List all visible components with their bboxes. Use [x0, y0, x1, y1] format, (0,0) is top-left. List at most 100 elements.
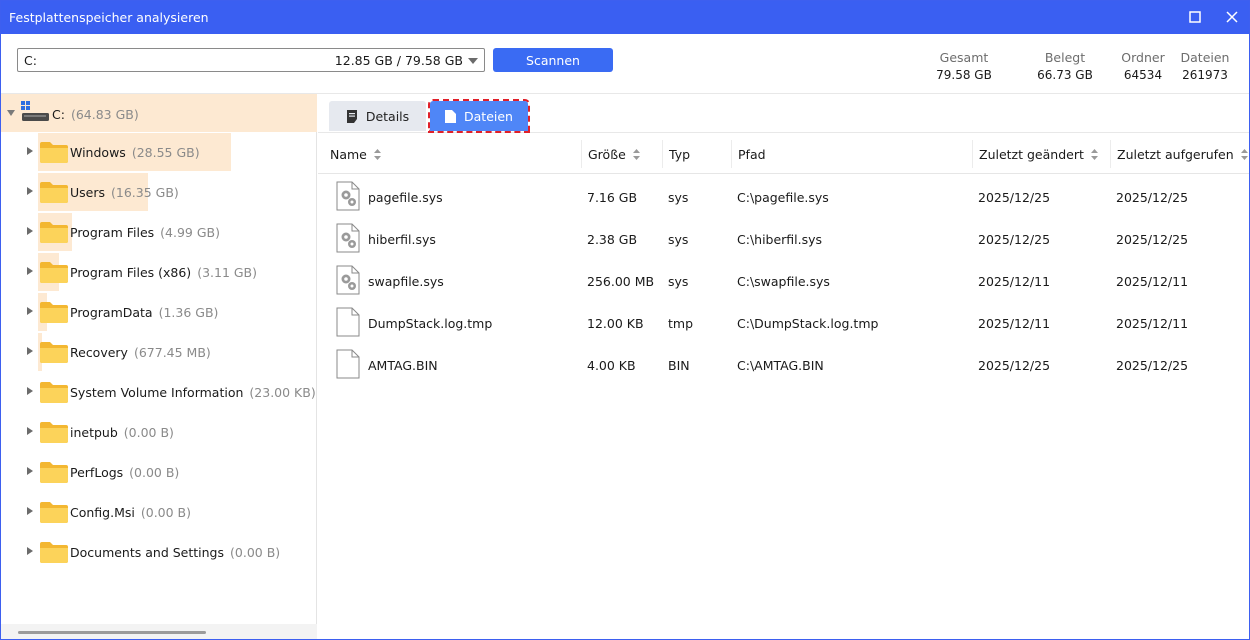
tree-item-label: Config.Msi (0.00 B)	[70, 505, 191, 520]
column-header-type[interactable]: Typ	[663, 140, 732, 168]
stat-files: Dateien 261973	[1177, 50, 1233, 82]
scan-button[interactable]: Scannen	[493, 48, 613, 72]
expander-icon[interactable]	[27, 467, 33, 475]
tree-root-size: (64.83 GB)	[70, 107, 139, 122]
table-row[interactable]: DumpStack.log.tmp 12.00 KB tmp C:\DumpStack…	[318, 301, 1249, 343]
tree-root-drive[interactable]: C: (64.83 GB)	[1, 94, 317, 132]
tab-files[interactable]: Dateien	[428, 99, 530, 133]
tree-item[interactable]: Documents and Settings (0.00 B)	[1, 532, 317, 570]
drive-letter: C:	[24, 53, 37, 68]
cell-accessed: 2025/12/11	[1116, 274, 1189, 289]
tree-item[interactable]: Windows (28.55 GB)	[1, 132, 317, 171]
horizontal-scrollbar[interactable]	[1, 624, 317, 639]
cell-accessed: 2025/12/25	[1116, 190, 1189, 205]
expander-icon[interactable]	[27, 147, 33, 155]
cell-modified: 2025/12/25	[978, 232, 1051, 247]
tree-item-size: (0.00 B)	[230, 545, 281, 560]
expander-icon[interactable]	[27, 187, 33, 195]
tree-item-size: (3.11 GB)	[197, 265, 258, 280]
column-modified-label: Zuletzt geändert	[979, 146, 1084, 162]
expander-open-icon[interactable]	[7, 110, 15, 116]
tree-item-label: Recovery (677.45 MB)	[70, 345, 211, 360]
folder-icon	[40, 502, 68, 523]
cell-type: tmp	[668, 316, 694, 331]
tree-item[interactable]: System Volume Information (23.00 KB)	[1, 372, 317, 410]
tree-item-name: Recovery	[70, 345, 128, 360]
expander-icon[interactable]	[27, 307, 33, 315]
folder-icon	[40, 422, 68, 443]
folder-icon	[40, 262, 68, 283]
tree-item[interactable]: Program Files (x86) (3.11 GB)	[1, 252, 317, 291]
folder-icon	[40, 342, 68, 363]
cell-type: sys	[668, 190, 689, 205]
tab-details-label: Details	[365, 108, 410, 124]
cell-accessed: 2025/12/25	[1116, 232, 1189, 247]
drive-select[interactable]: C: 12.85 GB / 79.58 GB	[17, 48, 485, 72]
expander-icon[interactable]	[27, 547, 33, 555]
close-button[interactable]	[1221, 6, 1243, 28]
sort-icon	[1240, 148, 1248, 160]
stat-files-value: 261973	[1182, 68, 1228, 82]
tree-item[interactable]: Users (16.35 GB)	[1, 172, 317, 211]
tree-item[interactable]: inetpub (0.00 B)	[1, 412, 317, 450]
header-divider	[318, 173, 1249, 174]
column-header-path[interactable]: Pfad	[732, 140, 973, 168]
tab-details[interactable]: Details	[329, 101, 426, 131]
stat-used: Belegt 66.73 GB	[1031, 50, 1099, 82]
column-type-label: Typ	[669, 146, 691, 162]
close-icon	[1226, 11, 1238, 23]
expander-icon[interactable]	[27, 387, 33, 395]
expander-icon[interactable]	[27, 427, 33, 435]
stat-folders-value: 64534	[1123, 68, 1163, 82]
table-row[interactable]: hiberfil.sys 2.38 GB sys C:\hiberfil.sys 202…	[318, 217, 1249, 259]
tab-files-label: Dateien	[464, 108, 513, 124]
tree-item[interactable]: Recovery (677.45 MB)	[1, 332, 317, 371]
expander-icon[interactable]	[27, 227, 33, 235]
stat-total-value: 79.58 GB	[936, 68, 992, 82]
cell-size: 7.16 GB	[587, 190, 638, 205]
table-row[interactable]: AMTAG.BIN 4.00 KB BIN C:\AMTAG.BIN 2025/12/2…	[318, 343, 1249, 385]
blank-file-icon	[336, 349, 360, 379]
cell-path: C:\AMTAG.BIN	[737, 358, 824, 373]
tree-item-size: (28.55 GB)	[131, 145, 200, 160]
cell-modified: 2025/12/11	[978, 316, 1051, 331]
column-header-modified[interactable]: Zuletzt geändert	[973, 140, 1111, 168]
table-row[interactable]: swapfile.sys 256.00 MB sys C:\swapfile.sys 2…	[318, 259, 1249, 301]
tree-item-name: Windows	[70, 145, 126, 160]
folder-icon	[40, 142, 68, 163]
folder-tree: C: (64.83 GB) Windows (28.55 GB) Users (16.3…	[1, 94, 317, 639]
tree-item-size: (1.36 GB)	[158, 305, 219, 320]
cell-name: DumpStack.log.tmp	[368, 316, 493, 331]
column-header-accessed[interactable]: Zuletzt aufgerufen	[1111, 140, 1249, 168]
stat-total-label: Gesamt	[939, 50, 989, 65]
cell-size: 4.00 KB	[587, 358, 636, 373]
maximize-button[interactable]	[1184, 6, 1206, 28]
column-header-size[interactable]: Größe	[582, 140, 663, 168]
cell-size: 2.38 GB	[587, 232, 638, 247]
tree-item[interactable]: Program Files (4.99 GB)	[1, 212, 317, 251]
tree-item-size: (0.00 B)	[123, 425, 174, 440]
expander-icon[interactable]	[27, 507, 33, 515]
expander-icon[interactable]	[27, 347, 33, 355]
tree-item[interactable]: ProgramData (1.36 GB)	[1, 292, 317, 331]
folder-icon	[40, 462, 68, 483]
cell-name: AMTAG.BIN	[368, 358, 438, 373]
view-tabs: Details Dateien	[318, 94, 1249, 133]
stat-total: Gesamt 79.58 GB	[931, 50, 997, 82]
scrollbar-thumb[interactable]	[18, 631, 206, 634]
tree-item[interactable]: PerfLogs (0.00 B)	[1, 452, 317, 490]
cell-modified: 2025/12/25	[978, 358, 1051, 373]
tree-item[interactable]: Config.Msi (0.00 B)	[1, 492, 317, 530]
tree-item-label: ProgramData (1.36 GB)	[70, 305, 218, 320]
app-window: Festplattenspeicher analysieren C: 12.85…	[0, 0, 1250, 640]
table-row[interactable]: pagefile.sys 7.16 GB sys C:\pagefile.sys 202…	[318, 175, 1249, 217]
column-header-name[interactable]: Name	[324, 140, 582, 168]
tree-item-label: PerfLogs (0.00 B)	[70, 465, 179, 480]
stat-used-label: Belegt	[1044, 50, 1086, 65]
tree-item-label: Users (16.35 GB)	[70, 185, 179, 200]
stat-used-value: 66.73 GB	[1037, 68, 1093, 82]
tree-item-name: ProgramData	[70, 305, 153, 320]
title-bar: Festplattenspeicher analysieren	[1, 1, 1249, 34]
chevron-down-icon[interactable]	[468, 58, 478, 64]
expander-icon[interactable]	[27, 267, 33, 275]
